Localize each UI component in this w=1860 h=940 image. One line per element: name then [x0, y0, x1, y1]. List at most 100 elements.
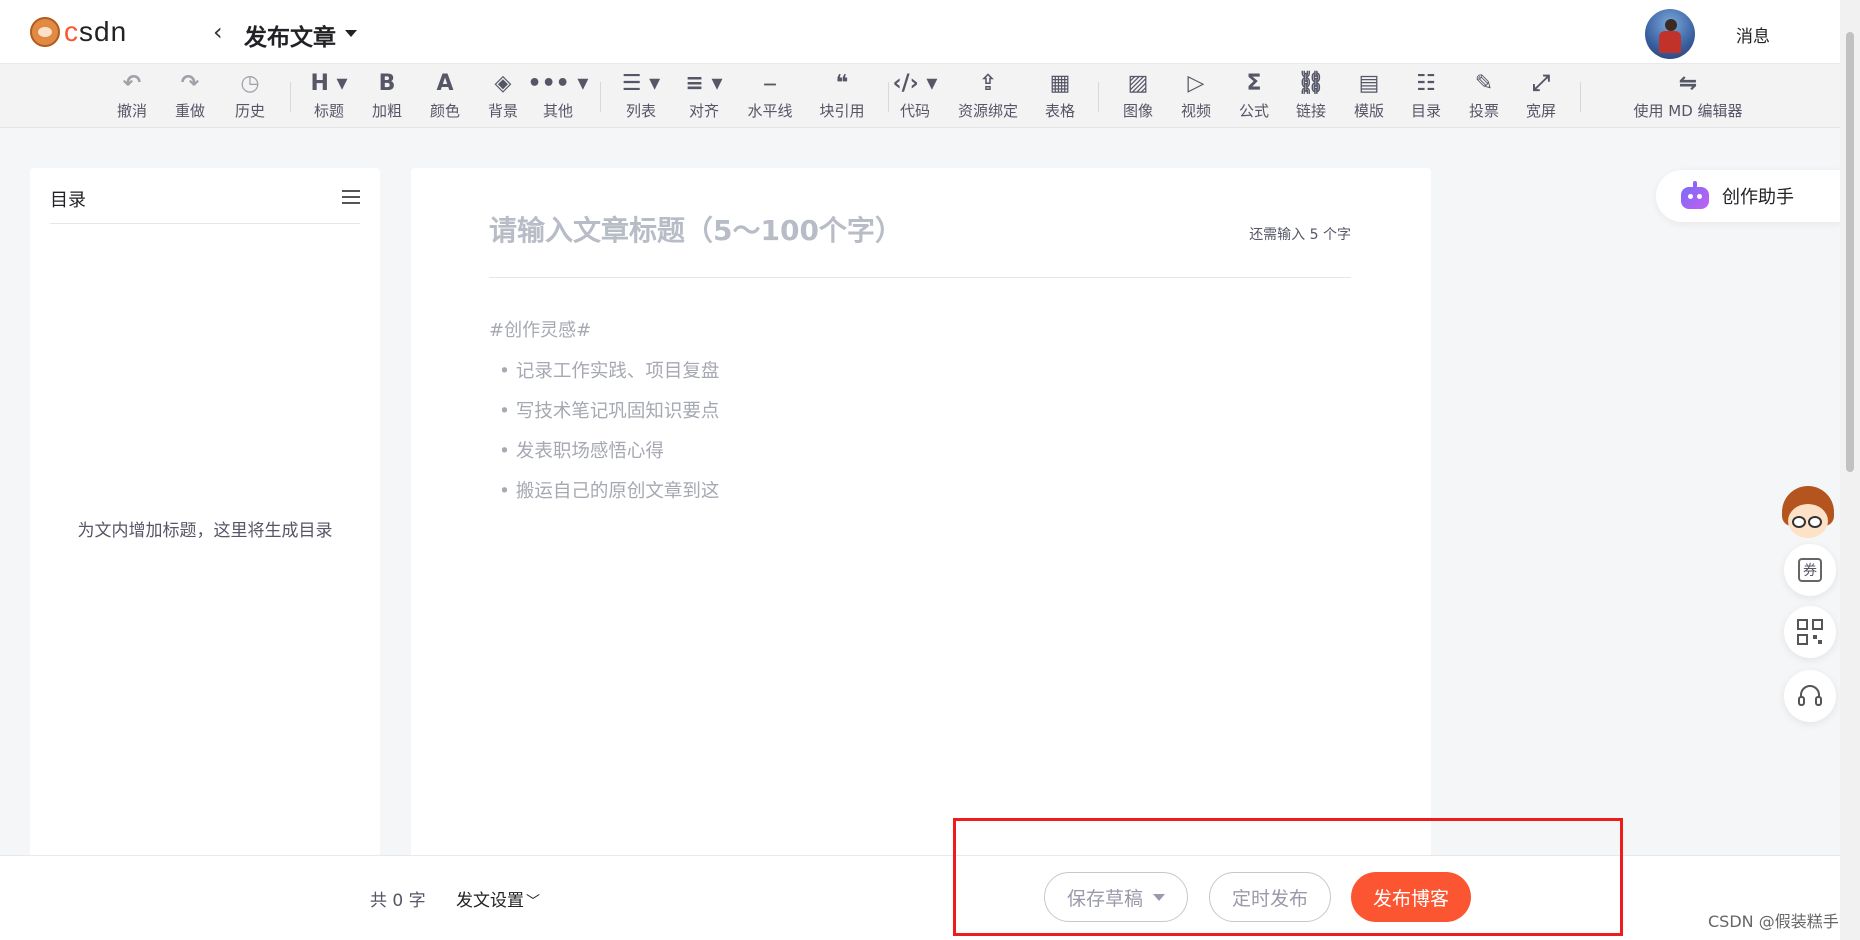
toolbar-label: 水平线 — [747, 102, 793, 120]
assistant-label: 创作助手 — [1722, 187, 1794, 208]
toolbar-blockquote-button[interactable]: ❝ 块引用 — [802, 70, 882, 126]
list-item: 搬运自己的原创文章到这 — [499, 474, 720, 514]
toolbar-md-editor-button[interactable]: ⇋ 使用 MD 编辑器 — [1618, 70, 1758, 126]
table-icon: ▦ — [1049, 71, 1071, 96]
toc-panel: 目录 为文内增加标题，这里将生成目录 — [30, 168, 380, 858]
toolbar-label: 其他 — [542, 102, 573, 120]
toolbar-table-button[interactable]: ▦ 表格 — [1020, 70, 1100, 126]
word-count: 共 0 字 — [370, 891, 426, 911]
creation-assistant-button[interactable]: 创作助手 — [1656, 170, 1842, 222]
scrollbar-thumb[interactable] — [1846, 32, 1854, 472]
coupon-button[interactable]: 券 — [1784, 544, 1836, 596]
toolbar-label: 投票 — [1468, 102, 1499, 120]
toolbar-label: 列表 — [625, 102, 656, 120]
caret-down-icon[interactable] — [345, 30, 357, 37]
toolbar-label: 加粗 — [371, 102, 402, 120]
toolbar-label: 对齐 — [688, 102, 719, 120]
toolbar-separator — [600, 82, 601, 112]
page-title[interactable]: 发布文章 — [244, 18, 336, 52]
toolbar-label: 宽屏 — [1525, 102, 1556, 120]
toc-icon: ☷ — [1416, 71, 1436, 96]
chevron-left-icon[interactable]: ‹ — [213, 18, 233, 46]
qrcode-button[interactable] — [1784, 606, 1836, 658]
editor-area[interactable]: 还需输入 5 个字 #创作灵感# 记录工作实践、项目复盘 写技术笔记巩固知识要点… — [411, 168, 1431, 868]
toolbar-label: 图像 — [1122, 102, 1153, 120]
caret-down-icon[interactable] — [1153, 893, 1165, 901]
toolbar-resource-button[interactable]: ⇪ 资源绑定 — [948, 70, 1028, 126]
logo-text: csdn — [64, 16, 128, 47]
headset-icon — [1798, 685, 1822, 706]
messages-link[interactable]: 消息 — [1736, 22, 1770, 47]
watermark: CSDN @假装糕手 — [1708, 912, 1839, 931]
toolbar-label: 使用 MD 编辑器 — [1633, 102, 1743, 120]
blockquote-icon: ❝ — [835, 71, 849, 96]
toolbar-history-button[interactable]: ◷ 历史 — [210, 70, 290, 126]
template-icon: ▤ — [1358, 71, 1380, 96]
list-icon: ☰ ▾ — [621, 71, 661, 96]
toolbar-label: 颜色 — [429, 102, 460, 120]
support-button[interactable] — [1784, 670, 1836, 722]
post-settings-label: 发文设置 — [456, 891, 524, 911]
undo-icon: ↶ — [122, 71, 142, 96]
avatar[interactable] — [1645, 9, 1695, 59]
toolbar-label: 历史 — [234, 102, 265, 120]
toolbar-code-button[interactable]: ‹/› ▾ 代码 — [875, 70, 955, 126]
save-draft-button[interactable]: 保存草稿 — [1044, 872, 1188, 922]
vote-icon: ✎ — [1474, 71, 1494, 96]
link-icon: ⛓ — [1297, 71, 1325, 96]
toolbar-label: 块引用 — [819, 102, 865, 120]
toc-title: 目录 — [50, 190, 86, 211]
toolbar-separator — [1580, 82, 1581, 112]
save-draft-label: 保存草稿 — [1066, 887, 1143, 910]
toc-collapse-icon[interactable] — [342, 190, 360, 204]
toolbar-separator — [1098, 82, 1099, 112]
toolbar-label: 重做 — [174, 102, 205, 120]
toolbar-label: 资源绑定 — [957, 102, 1018, 120]
toolbar-horizontal-rule-button[interactable]: ⎯ 水平线 — [730, 70, 810, 126]
qrcode-icon — [1797, 619, 1823, 645]
title-length-hint: 还需输入 5 个字 — [1249, 227, 1351, 243]
toolbar-label: 表格 — [1044, 102, 1075, 120]
toolbar-label: 链接 — [1295, 102, 1326, 120]
article-title-input[interactable] — [489, 208, 1249, 252]
color-icon: A — [436, 71, 454, 96]
csdn-logo[interactable]: csdn — [30, 16, 127, 48]
redo-icon: ↷ — [180, 71, 200, 96]
post-settings-dropdown[interactable]: 发文设置 ﹀ — [456, 886, 540, 911]
robot-icon — [1678, 181, 1712, 211]
toolbar-label: 代码 — [899, 102, 930, 120]
top-header: csdn ‹ 发布文章 消息 — [0, 0, 1840, 64]
toc-empty-hint: 为文内增加标题，这里将生成目录 — [77, 521, 333, 541]
video-icon: ▷ — [1187, 71, 1205, 96]
list-item: 记录工作实践、项目复盘 — [499, 354, 720, 394]
publish-blog-button[interactable]: 发布博客 — [1351, 872, 1471, 922]
history-icon: ◷ — [240, 71, 260, 96]
align-icon: ≡ ▾ — [685, 71, 723, 96]
image-icon: ▨ — [1127, 71, 1149, 96]
toolbar-label: 撤消 — [116, 102, 147, 120]
list-item: 写技术笔记巩固知识要点 — [499, 394, 720, 434]
background-icon: ◈ — [494, 71, 512, 96]
chevron-down-icon: ﹀ — [526, 894, 540, 910]
toolbar-label: 公式 — [1238, 102, 1269, 120]
bottom-action-bar: 共 0 字 发文设置 ﹀ 保存草稿 定时发布 发布博客 — [0, 855, 1840, 940]
other-icon: ••• ▾ — [527, 71, 589, 96]
heading-icon: H ▾ — [310, 71, 348, 96]
schedule-publish-button[interactable]: 定时发布 — [1209, 872, 1331, 922]
toolbar-other-button[interactable]: ••• ▾ 其他 — [518, 70, 598, 126]
toolbar-widescreen-button[interactable]: ⤢ 宽屏 — [1501, 70, 1581, 126]
toolbar-separator — [290, 82, 291, 112]
toolbar-label: 背景 — [487, 102, 518, 120]
page-scrollbar[interactable] — [1840, 0, 1860, 940]
mascot-icon[interactable] — [1776, 486, 1838, 548]
coupon-icon: 券 — [1798, 558, 1822, 582]
toolbar-label: 视频 — [1180, 102, 1211, 120]
list-item: 发表职场感悟心得 — [499, 434, 719, 474]
code-icon: ‹/› ▾ — [892, 71, 938, 96]
monkey-logo-icon — [30, 17, 60, 47]
toolbar-label: 模版 — [1353, 102, 1384, 120]
horizontal-rule-icon: ⎯ — [764, 71, 776, 96]
toolbar-label: 目录 — [1410, 102, 1441, 120]
widescreen-icon: ⤢ — [1532, 71, 1550, 96]
inspire-tag: #创作灵感# — [489, 320, 592, 341]
